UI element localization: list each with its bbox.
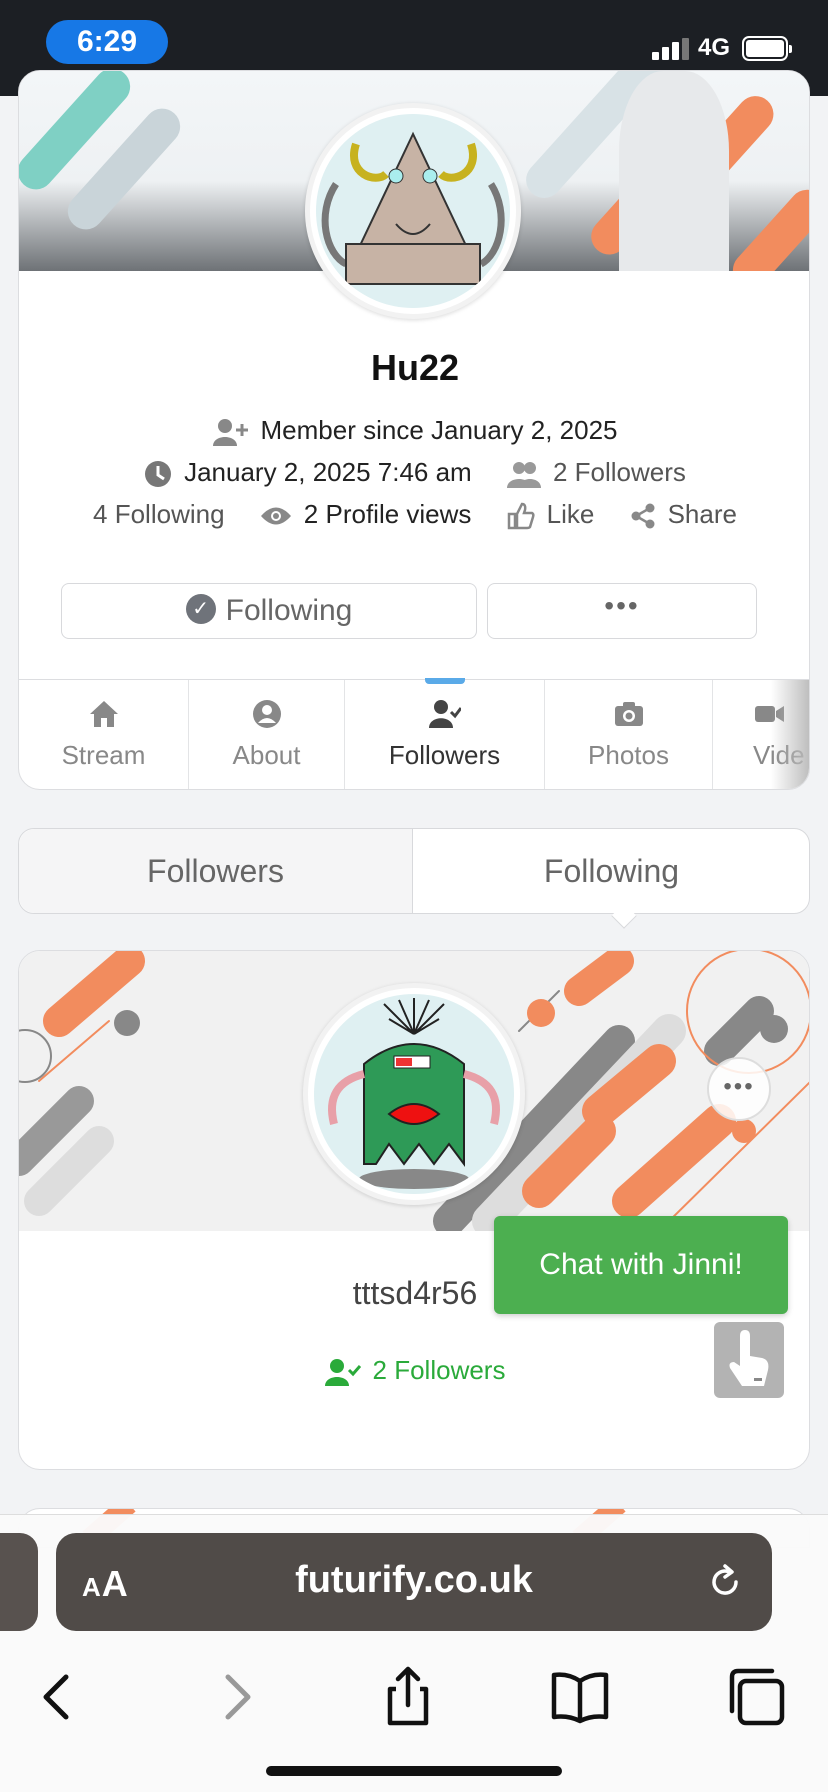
- follow-segment: Followers Following: [18, 828, 810, 929]
- following-stat[interactable]: 4 Following: [93, 499, 225, 530]
- stats-row-2: 4 Following 2 Profile views Like Share: [19, 497, 809, 530]
- browser-toolbar: AA futurify.co.uk: [0, 1514, 828, 1792]
- user-check-icon: [324, 1359, 361, 1387]
- following-label: Following: [114, 498, 225, 529]
- profile-tabs: Stream About Followers Photos Vide: [19, 678, 809, 789]
- home-icon: [89, 701, 118, 727]
- tab-stream[interactable]: Stream: [19, 680, 189, 789]
- user-check-icon: [428, 700, 461, 728]
- tab-stream-label: Stream: [61, 740, 146, 770]
- like-button[interactable]: Like: [507, 498, 595, 530]
- share-button[interactable]: Share: [630, 499, 737, 530]
- profile-views-count: 2: [303, 498, 319, 529]
- following-button[interactable]: ✓ Following: [61, 583, 477, 639]
- tabs-scroll-fade: [771, 680, 809, 789]
- tab-followers-label: Followers: [388, 740, 501, 770]
- tab-photos[interactable]: Photos: [545, 680, 713, 789]
- followers-label: Followers: [574, 456, 686, 487]
- following-count: 4: [93, 498, 108, 529]
- segment-followers[interactable]: Followers: [19, 829, 413, 913]
- stats-row-1: January 2, 2025 7:46 am 2 Followers: [19, 455, 809, 488]
- signal-icon: [652, 38, 689, 60]
- hand-pointer-icon: [729, 1330, 769, 1386]
- user-circle-icon: [252, 700, 281, 728]
- thumbs-up-icon: [507, 502, 535, 529]
- tab-about-label: About: [232, 740, 301, 770]
- profile-avatar[interactable]: [305, 103, 521, 319]
- member-since-row: Member since January 2, 2025: [19, 413, 809, 446]
- follower-avatar[interactable]: [303, 983, 525, 1205]
- status-time: 6:29: [46, 20, 168, 64]
- profile-more-button[interactable]: •••: [487, 583, 757, 639]
- follower-followers-label: 2 Followers: [372, 1355, 506, 1385]
- chat-button[interactable]: Chat with Jinni!: [494, 1216, 788, 1314]
- camera-icon: [614, 702, 643, 726]
- follower-card[interactable]: ••• tttsd4r56 2 Followers: [18, 950, 810, 1470]
- share-sheet-icon[interactable]: [376, 1665, 440, 1729]
- reload-icon[interactable]: [706, 1563, 744, 1601]
- follower-followers[interactable]: 2 Followers: [19, 1355, 809, 1387]
- profile-card: Hu22 Member since January 2, 2025 Januar…: [18, 70, 810, 790]
- tab-about[interactable]: About: [189, 680, 345, 789]
- share-label: Share: [667, 498, 737, 529]
- network-type: 4G: [698, 34, 731, 61]
- battery-icon: [742, 36, 792, 61]
- address-bar[interactable]: AA futurify.co.uk: [56, 1533, 772, 1631]
- like-label: Like: [546, 498, 595, 529]
- clock-icon: [145, 460, 172, 487]
- profile-views-label: Profile views: [325, 498, 472, 529]
- tabs-icon[interactable]: [724, 1665, 788, 1729]
- followers-count: 2: [552, 456, 568, 487]
- bookmarks-icon[interactable]: [548, 1665, 612, 1729]
- share-icon: [631, 503, 655, 529]
- tab-followers[interactable]: Followers: [345, 678, 545, 789]
- forward-icon[interactable]: [204, 1665, 268, 1729]
- home-indicator: [266, 1766, 562, 1776]
- joined-time: January 2, 2025 7:46 am: [184, 456, 472, 487]
- follower-more-button[interactable]: •••: [707, 1057, 771, 1121]
- segment-following[interactable]: Following: [414, 829, 809, 913]
- user-plus-icon: [212, 418, 248, 446]
- tab-photos-label: Photos: [588, 740, 669, 770]
- followers-stat[interactable]: 2 Followers: [506, 456, 686, 488]
- member-since-text: Member since January 2, 2025: [260, 414, 618, 445]
- browser-nav-row: [0, 1645, 828, 1741]
- hand-pointer-button[interactable]: [714, 1322, 784, 1398]
- profile-username: Hu22: [370, 347, 460, 388]
- check-circle-icon: ✓: [185, 594, 216, 625]
- following-button-label: Following: [225, 594, 353, 627]
- url-text: futurify.co.uk: [295, 1559, 533, 1601]
- back-icon[interactable]: [26, 1665, 90, 1729]
- eye-icon: [260, 507, 291, 525]
- users-icon: [506, 461, 541, 488]
- previous-tab-peek[interactable]: [0, 1533, 38, 1631]
